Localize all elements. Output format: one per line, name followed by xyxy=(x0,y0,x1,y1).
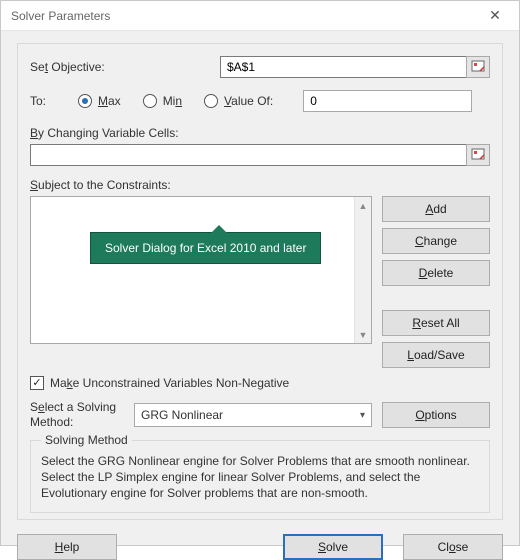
solve-button[interactable]: Solve xyxy=(283,534,383,560)
close-icon[interactable]: ✕ xyxy=(475,2,515,30)
desc-title: Solving Method xyxy=(41,433,132,447)
to-label: To: xyxy=(30,94,78,108)
select-method-label: Select a Solving Method: xyxy=(30,400,124,430)
radio-max[interactable]: Max xyxy=(78,94,121,108)
change-button[interactable]: Change xyxy=(382,228,490,254)
set-objective-label: Set Objective: xyxy=(30,60,220,74)
titlebar-title: Solver Parameters xyxy=(11,9,475,23)
delete-button[interactable]: Delete xyxy=(382,260,490,286)
load-save-button[interactable]: Load/Save xyxy=(382,342,490,368)
value-of-input[interactable] xyxy=(303,90,472,112)
options-button[interactable]: Options xyxy=(382,402,490,428)
nonneg-checkbox[interactable]: ✓ Make Unconstrained Variables Non-Negat… xyxy=(30,376,490,390)
solving-method-value: GRG Nonlinear xyxy=(141,408,223,422)
scroll-down-icon[interactable]: ▼ xyxy=(355,326,371,343)
reset-all-button[interactable]: Reset All xyxy=(382,310,490,336)
radio-min[interactable]: Min xyxy=(143,94,182,108)
constraints-listbox[interactable]: ▲ ▼ xyxy=(30,196,372,344)
radio-valueof-indicator xyxy=(204,94,218,108)
help-button[interactable]: Help xyxy=(17,534,117,560)
scroll-up-icon[interactable]: ▲ xyxy=(355,197,371,214)
radio-value-of[interactable]: Value Of: xyxy=(204,94,273,108)
constraints-label: Subject to the Constraints: xyxy=(30,178,490,192)
checkbox-icon: ✓ xyxy=(30,376,44,390)
solving-method-description: Solving Method Select the GRG Nonlinear … xyxy=(30,440,490,513)
radio-max-indicator xyxy=(78,94,92,108)
chevron-down-icon: ▾ xyxy=(360,410,365,421)
titlebar: Solver Parameters ✕ xyxy=(1,1,519,31)
changing-cells-label: By Changing Variable Cells: xyxy=(30,126,490,140)
desc-text: Select the GRG Nonlinear engine for Solv… xyxy=(41,453,479,502)
scrollbar[interactable]: ▲ ▼ xyxy=(354,197,371,343)
set-objective-input[interactable] xyxy=(220,56,466,78)
solving-method-select[interactable]: GRG Nonlinear ▾ xyxy=(134,403,372,427)
main-frame: Set Objective: To: xyxy=(17,43,503,520)
changing-cells-input[interactable] xyxy=(30,144,466,166)
close-button[interactable]: Close xyxy=(403,534,503,560)
changing-refedit-icon[interactable] xyxy=(466,144,490,166)
to-radio-group: Max Min Value Of: xyxy=(78,94,273,108)
objective-refedit-icon[interactable] xyxy=(466,56,490,78)
radio-min-indicator xyxy=(143,94,157,108)
callout-tooltip: Solver Dialog for Excel 2010 and later xyxy=(90,232,321,264)
add-button[interactable]: Add xyxy=(382,196,490,222)
solver-parameters-dialog: Solver Parameters ✕ Set Objective: xyxy=(0,0,520,546)
